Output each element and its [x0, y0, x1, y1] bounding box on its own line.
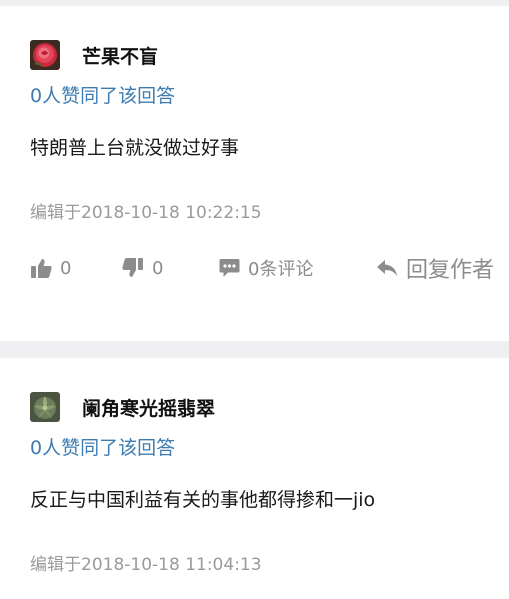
edited-timestamp: 编辑于2018-10-18 10:22:15 — [30, 203, 262, 223]
answer-separator — [0, 341, 509, 358]
upvote-button[interactable]: 0 — [30, 251, 71, 285]
comment-icon — [219, 259, 240, 277]
reply-arrow-icon — [377, 260, 397, 276]
author-name[interactable]: 阑角寒光摇翡翠 — [82, 394, 215, 421]
downvote-button[interactable]: 0 — [122, 251, 163, 285]
avatar[interactable] — [30, 40, 60, 70]
answer-author[interactable]: 芒果不盲 — [30, 40, 158, 70]
answer-content: 反正与中国利益有关的事他都得掺和一jio — [30, 489, 376, 511]
thumbs-down-icon — [122, 258, 143, 277]
downvote-count: 0 — [152, 257, 164, 279]
succulent-avatar-icon — [30, 392, 60, 422]
avatar[interactable] — [30, 392, 60, 422]
answer-card: 阑角寒光摇翡翠 0人赞同了该回答 反正与中国利益有关的事他都得掺和一jio 编辑… — [0, 358, 509, 599]
red-rose-avatar-icon — [30, 40, 60, 70]
thumbs-up-icon — [31, 259, 52, 278]
author-name[interactable]: 芒果不盲 — [82, 42, 158, 69]
reply-author-label: 回复作者 — [406, 258, 495, 283]
edited-timestamp: 编辑于2018-10-18 11:04:13 — [30, 555, 262, 575]
reply-author-button[interactable]: 回复作者 — [376, 251, 494, 285]
upvote-count: 0 — [60, 257, 72, 279]
answer-content: 特朗普上台就没做过好事 — [30, 137, 240, 159]
agree-count-link[interactable]: 0人赞同了该回答 — [30, 433, 175, 460]
comments-label: 0条评论 — [248, 259, 314, 280]
answer-actions: 0 0 0条评论 回复作者 — [0, 251, 509, 285]
agree-count-link[interactable]: 0人赞同了该回答 — [30, 81, 175, 108]
answer-author[interactable]: 阑角寒光摇翡翠 — [30, 392, 215, 422]
answer-card: 芒果不盲 0人赞同了该回答 特朗普上台就没做过好事 编辑于2018-10-18 … — [0, 6, 509, 341]
comments-button[interactable]: 0条评论 — [219, 251, 313, 285]
